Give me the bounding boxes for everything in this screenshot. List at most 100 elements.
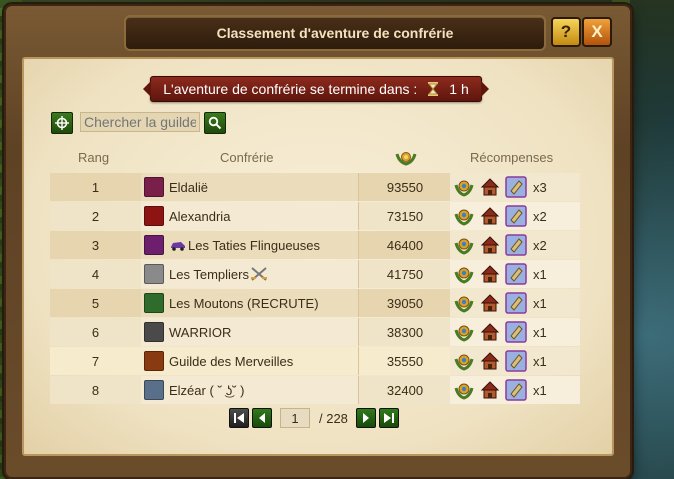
rewards-cell: x1 <box>450 376 580 404</box>
ranking-table: 1 Eldalië 93550 x3 2 Alexandria 73150 x2… <box>50 173 580 405</box>
guild-goods-icon <box>454 325 474 342</box>
forge-house-icon <box>480 352 500 370</box>
score-cell: 32400 <box>358 376 451 404</box>
rank-cell: 2 <box>50 202 141 230</box>
reward-multiplier: x1 <box>533 324 547 340</box>
guild-crest-icon <box>144 322 164 342</box>
rewards-cell: x3 <box>450 173 580 201</box>
table-header: Rang Confrérie Récompenses <box>50 148 580 168</box>
rewards-cell: x1 <box>450 347 580 375</box>
guild-goods-icon <box>454 180 474 197</box>
guild-crest-icon <box>144 293 164 313</box>
rewards-cell: x1 <box>450 289 580 317</box>
search-button[interactable] <box>204 112 226 134</box>
forge-house-icon <box>480 323 500 341</box>
first-page-icon <box>234 413 244 423</box>
score-header-icon[interactable] <box>394 148 418 171</box>
rewards-cell: x1 <box>450 260 580 288</box>
guild-cell: Guilde des Merveilles <box>141 347 358 375</box>
prev-page-icon <box>259 413 265 423</box>
guild-crest-icon <box>144 264 164 284</box>
guild-name[interactable]: Les Moutons (RECRUTE) <box>169 296 319 311</box>
help-button[interactable]: ? <box>551 17 581 47</box>
score-cell: 41750 <box>358 260 451 288</box>
table-row[interactable]: 7 Guilde des Merveilles 35550 x1 <box>50 347 580 376</box>
first-page-button[interactable] <box>229 408 249 428</box>
guild-crest-icon <box>144 351 164 371</box>
diplomacy-scroll-icon <box>505 205 527 227</box>
guild-cell: WARRIOR <box>141 318 358 346</box>
diplomacy-scroll-icon <box>505 292 527 314</box>
guild-name[interactable]: WARRIOR <box>169 325 231 340</box>
reward-multiplier: x1 <box>533 353 547 369</box>
diplomacy-scroll-icon <box>505 379 527 401</box>
crossed-swords-icon <box>250 267 267 281</box>
reward-multiplier: x3 <box>533 179 547 195</box>
forge-house-icon <box>480 178 500 196</box>
table-row[interactable]: 6 WARRIOR 38300 x1 <box>50 318 580 347</box>
guild-name[interactable]: Les Templiers <box>169 267 249 282</box>
next-page-icon <box>362 413 369 423</box>
rank-cell: 8 <box>50 376 141 404</box>
rank-header[interactable]: Rang <box>78 150 109 165</box>
table-row[interactable]: 1 Eldalië 93550 x3 <box>50 173 580 202</box>
diplomacy-scroll-icon <box>505 176 527 198</box>
reward-multiplier: x2 <box>533 208 547 224</box>
score-cell: 38300 <box>358 318 451 346</box>
forge-house-icon <box>480 265 500 283</box>
guild-name[interactable]: Guilde des Merveilles <box>169 354 293 369</box>
guild-name[interactable]: Elzéar ( <box>169 383 214 398</box>
next-page-button[interactable] <box>355 408 376 428</box>
close-button[interactable]: X <box>582 17 612 47</box>
guild-header[interactable]: Confrérie <box>220 150 273 165</box>
guild-goods-icon <box>454 383 474 400</box>
guild-cell: Alexandria <box>141 202 358 230</box>
last-page-button[interactable] <box>378 408 399 428</box>
guild-goods-icon <box>454 354 474 371</box>
reward-multiplier: x2 <box>533 237 547 253</box>
end-time-label: L'aventure de confrérie se termine dans … <box>163 81 418 97</box>
guild-goods-icon <box>454 296 474 313</box>
rank-cell: 3 <box>50 231 141 259</box>
guild-cell: Les Taties Flingueuses <box>141 231 358 259</box>
reward-multiplier: x1 <box>533 382 547 398</box>
guild-cell: Les Moutons (RECRUTE) <box>141 289 358 317</box>
car-emoji-icon <box>171 242 185 251</box>
rank-cell: 1 <box>50 173 141 201</box>
hourglass-icon <box>425 81 441 97</box>
guild-search-input[interactable] <box>80 112 200 132</box>
end-time-banner: L'aventure de confrérie se termine dans … <box>143 76 489 102</box>
score-cell: 39050 <box>358 289 451 317</box>
table-row[interactable]: 3 Les Taties Flingueuses 46400 x2 <box>50 231 580 260</box>
guild-cell: Les Templiers <box>141 260 358 288</box>
diplomacy-scroll-icon <box>505 234 527 256</box>
page-number-input[interactable] <box>280 408 310 428</box>
rank-cell: 7 <box>50 347 141 375</box>
guild-name[interactable]: Eldalië <box>169 180 208 195</box>
reward-multiplier: x1 <box>533 295 547 311</box>
table-row[interactable]: 8 Elzéar ( ˘ ͜ʖ˘ ) 32400 x1 <box>50 376 580 405</box>
last-page-icon <box>383 413 394 423</box>
table-row[interactable]: 4 Les Templiers 41750 x1 <box>50 260 580 289</box>
rank-cell: 5 <box>50 289 141 317</box>
guild-cell: Eldalië <box>141 173 358 201</box>
rewards-cell: x2 <box>450 202 580 230</box>
reward-multiplier: x1 <box>533 266 547 282</box>
guild-name[interactable]: Les Taties Flingueuses <box>188 238 320 253</box>
guild-crest-icon <box>144 177 164 197</box>
diplomacy-scroll-icon <box>505 350 527 372</box>
guild-name-emoticon: ˘ ͜ʖ˘ ) <box>217 382 245 398</box>
rewards-cell: x2 <box>450 231 580 259</box>
prev-page-button[interactable] <box>252 408 272 428</box>
table-row[interactable]: 5 Les Moutons (RECRUTE) 39050 x1 <box>50 289 580 318</box>
search-icon <box>208 116 222 130</box>
guild-name[interactable]: Alexandria <box>169 209 230 224</box>
crosshair-icon <box>55 116 69 130</box>
guild-crest-icon <box>144 235 164 255</box>
table-row[interactable]: 2 Alexandria 73150 x2 <box>50 202 580 231</box>
locate-my-guild-button[interactable] <box>51 112 73 134</box>
guild-goods-icon <box>454 209 474 226</box>
score-cell: 46400 <box>358 231 451 259</box>
guild-crest-icon <box>144 380 164 400</box>
pagination: / 228 <box>229 408 399 428</box>
